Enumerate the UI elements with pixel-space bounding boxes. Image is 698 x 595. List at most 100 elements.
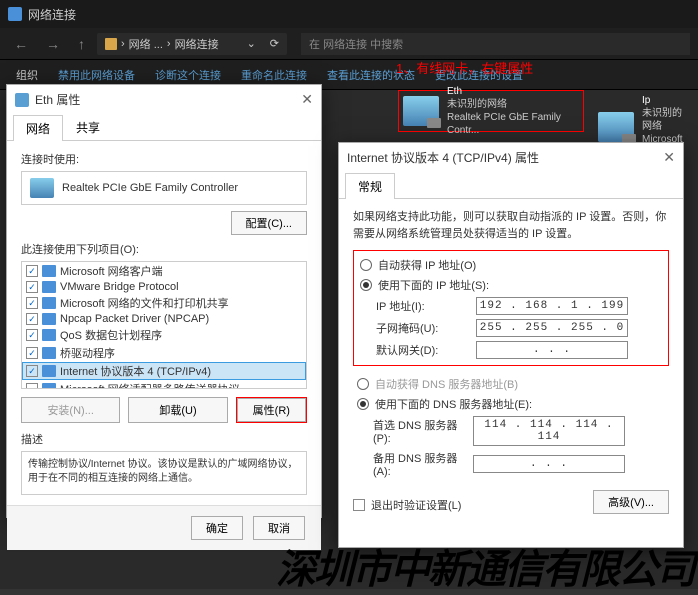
protocol-label: Microsoft 网络客户端 bbox=[60, 263, 163, 279]
radio-icon bbox=[360, 279, 372, 291]
checkbox-icon[interactable] bbox=[26, 281, 38, 293]
description-text: 传输控制协议/Internet 协议。该协议是默认的广域网络协议，用于在不同的相… bbox=[21, 451, 307, 495]
radio-label: 使用下面的 IP 地址(S): bbox=[378, 277, 489, 293]
breadcrumb-segment[interactable]: 网络连接 bbox=[175, 36, 219, 52]
protocol-label: 桥驱动程序 bbox=[60, 345, 115, 361]
radio-icon bbox=[357, 378, 369, 390]
protocol-item[interactable]: Microsoft 网络的文件和打印机共享 bbox=[22, 294, 306, 312]
use-dns-radio[interactable]: 使用下面的 DNS 服务器地址(E): bbox=[357, 396, 669, 412]
window-title: 网络连接 bbox=[28, 6, 76, 23]
protocol-icon bbox=[42, 347, 56, 359]
diagnose-link[interactable]: 诊断这个连接 bbox=[147, 67, 229, 83]
use-ip-radio[interactable]: 使用下面的 IP 地址(S): bbox=[360, 277, 666, 293]
dialog-title: Eth 属性 bbox=[35, 91, 80, 108]
ipv4-properties-dialog: Internet 协议版本 4 (TCP/IPv4) 属性 ✕ 常规 如果网络支… bbox=[338, 142, 684, 548]
titlebar: 网络连接 bbox=[0, 0, 698, 28]
protocol-icon bbox=[42, 329, 56, 341]
tab-share[interactable]: 共享 bbox=[63, 114, 113, 140]
ip-label: IP 地址(I): bbox=[376, 298, 476, 314]
radio-icon bbox=[357, 398, 369, 410]
rename-link[interactable]: 重命名此连接 bbox=[233, 67, 315, 83]
checkbox-icon[interactable] bbox=[26, 347, 38, 359]
adapter-name: Eth bbox=[447, 85, 579, 98]
adapter-device: Realtek PCIe GbE Family Contr... bbox=[447, 111, 579, 137]
nav-forward-icon[interactable]: → bbox=[40, 36, 66, 52]
annotation-1: 1、有线网卡，右键属性 bbox=[396, 58, 533, 77]
checkbox-icon bbox=[353, 499, 365, 511]
close-icon[interactable]: ✕ bbox=[663, 149, 675, 166]
uninstall-button[interactable]: 卸载(U) bbox=[128, 397, 227, 423]
mask-label: 子网掩码(U): bbox=[376, 320, 476, 336]
protocol-item[interactable]: QoS 数据包计划程序 bbox=[22, 326, 306, 344]
checkbox-icon[interactable] bbox=[26, 313, 38, 325]
adapter-icon bbox=[598, 112, 634, 142]
nav-up-icon[interactable]: ↑ bbox=[72, 36, 91, 52]
radio-label: 自动获得 IP 地址(O) bbox=[378, 257, 476, 273]
adapter-status: 未识别的网络 bbox=[642, 107, 690, 133]
adapter-name: Ip bbox=[642, 94, 690, 107]
protocol-icon bbox=[42, 281, 56, 293]
items-label: 此连接使用下列项目(O): bbox=[21, 241, 307, 257]
disable-link[interactable]: 禁用此网络设备 bbox=[50, 67, 143, 83]
protocol-label: Microsoft 网络适配器多路传送器协议 bbox=[60, 381, 240, 389]
validate-checkbox[interactable]: 退出时验证设置(L) bbox=[353, 497, 461, 513]
protocol-label: Internet 协议版本 4 (TCP/IPv4) bbox=[60, 363, 211, 379]
checkbox-icon[interactable] bbox=[26, 265, 38, 277]
auto-ip-radio[interactable]: 自动获得 IP 地址(O) bbox=[360, 257, 666, 273]
protocol-item[interactable]: Microsoft 网络客户端 bbox=[22, 262, 306, 280]
address-box[interactable]: › 网络 ... › 网络连接 ⌄ ⟳ bbox=[97, 33, 287, 55]
mask-input[interactable]: 255 . 255 . 255 . 0 bbox=[476, 319, 628, 337]
dns1-label: 首选 DNS 服务器(P): bbox=[373, 417, 473, 445]
search-input[interactable]: 在 网络连接 中搜索 bbox=[301, 33, 690, 55]
dialog-icon bbox=[15, 93, 29, 107]
protocol-label: Microsoft 网络的文件和打印机共享 bbox=[60, 295, 229, 311]
dns1-input[interactable]: 114 . 114 . 114 . 114 bbox=[473, 416, 625, 446]
gateway-input[interactable]: . . . bbox=[476, 341, 628, 359]
tab-network[interactable]: 网络 bbox=[13, 115, 63, 141]
organize-menu[interactable]: 组织 bbox=[8, 67, 46, 83]
checkbox-icon[interactable] bbox=[26, 329, 38, 341]
description-label: 描述 bbox=[21, 431, 307, 447]
dns2-label: 备用 DNS 服务器(A): bbox=[373, 450, 473, 478]
nav-back-icon[interactable]: ← bbox=[8, 36, 34, 52]
ok-button[interactable]: 确定 bbox=[191, 516, 243, 540]
protocol-label: QoS 数据包计划程序 bbox=[60, 327, 162, 343]
protocol-item[interactable]: Npcap Packet Driver (NPCAP) bbox=[22, 312, 306, 326]
radio-label: 使用下面的 DNS 服务器地址(E): bbox=[375, 396, 532, 412]
checkbox-label: 退出时验证设置(L) bbox=[371, 497, 461, 513]
protocol-item[interactable]: Internet 协议版本 4 (TCP/IPv4) bbox=[22, 362, 306, 380]
nic-icon bbox=[30, 178, 54, 198]
adapter-status: 未识别的网络 bbox=[447, 98, 579, 111]
checkbox-icon[interactable] bbox=[26, 297, 38, 309]
protocol-icon bbox=[42, 297, 56, 309]
refresh-icon[interactable]: ⟳ bbox=[270, 37, 279, 50]
checkbox-icon[interactable] bbox=[26, 383, 38, 389]
protocol-icon bbox=[42, 383, 56, 389]
watermark: 深圳市中新通信有限公司 bbox=[276, 537, 694, 595]
install-button[interactable]: 安装(N)... bbox=[21, 397, 120, 423]
breadcrumb-segment[interactable]: 网络 ... bbox=[129, 36, 163, 52]
intro-text: 如果网络支持此功能，则可以获取自动指派的 IP 设置。否则，你需要从网络系统管理… bbox=[353, 209, 669, 242]
adapter-eth[interactable]: Eth 未识别的网络 Realtek PCIe GbE Family Contr… bbox=[398, 90, 584, 132]
eth-properties-dialog: Eth 属性 ✕ 网络 共享 连接时使用: Realtek PCIe GbE F… bbox=[6, 84, 322, 518]
protocol-icon bbox=[42, 265, 56, 277]
folder-icon bbox=[105, 38, 117, 50]
items-list[interactable]: Microsoft 网络客户端VMware Bridge ProtocolMic… bbox=[21, 261, 307, 389]
close-icon[interactable]: ✕ bbox=[301, 91, 313, 108]
protocol-icon bbox=[42, 365, 56, 377]
checkbox-icon[interactable] bbox=[26, 365, 38, 377]
tab-general[interactable]: 常规 bbox=[345, 173, 395, 199]
properties-button[interactable]: 属性(R) bbox=[237, 398, 306, 422]
address-bar: ← → ↑ › 网络 ... › 网络连接 ⌄ ⟳ 在 网络连接 中搜索 bbox=[0, 28, 698, 60]
configure-button[interactable]: 配置(C)... bbox=[231, 211, 307, 235]
protocol-item[interactable]: VMware Bridge Protocol bbox=[22, 280, 306, 294]
protocol-item[interactable]: 桥驱动程序 bbox=[22, 344, 306, 362]
advanced-button[interactable]: 高级(V)... bbox=[593, 490, 669, 514]
protocol-icon bbox=[42, 313, 56, 325]
radio-icon bbox=[360, 259, 372, 271]
connect-using-label: 连接时使用: bbox=[21, 151, 307, 167]
protocol-item[interactable]: Microsoft 网络适配器多路传送器协议 bbox=[22, 380, 306, 389]
radio-label: 自动获得 DNS 服务器地址(B) bbox=[375, 376, 518, 392]
ip-input[interactable]: 192 . 168 . 1 . 199 bbox=[476, 297, 628, 315]
dns2-input[interactable]: . . . bbox=[473, 455, 625, 473]
